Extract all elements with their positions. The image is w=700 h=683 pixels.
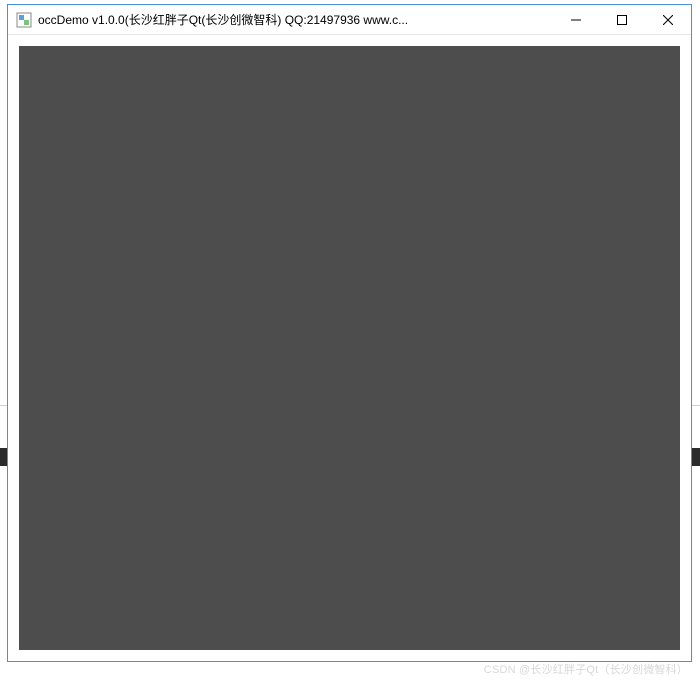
application-window: occDemo v1.0.0(长沙红胖子Qt(长沙创微智科) QQ:214979…: [7, 4, 692, 662]
watermark-text: CSDN @长沙红胖子Qt（长沙创微智科）: [484, 661, 688, 677]
window-title: occDemo v1.0.0(长沙红胖子Qt(长沙创微智科) QQ:214979…: [38, 11, 553, 28]
viewport-3d[interactable]: [19, 46, 680, 650]
minimize-button[interactable]: [553, 5, 599, 34]
maximize-button[interactable]: [599, 5, 645, 34]
close-icon: [663, 15, 673, 25]
app-icon: [16, 12, 32, 28]
minimize-icon: [571, 15, 581, 25]
titlebar[interactable]: occDemo v1.0.0(长沙红胖子Qt(长沙创微智科) QQ:214979…: [8, 5, 691, 35]
close-button[interactable]: [645, 5, 691, 34]
client-area: [8, 35, 691, 661]
window-controls: [553, 5, 691, 34]
maximize-icon: [617, 15, 627, 25]
